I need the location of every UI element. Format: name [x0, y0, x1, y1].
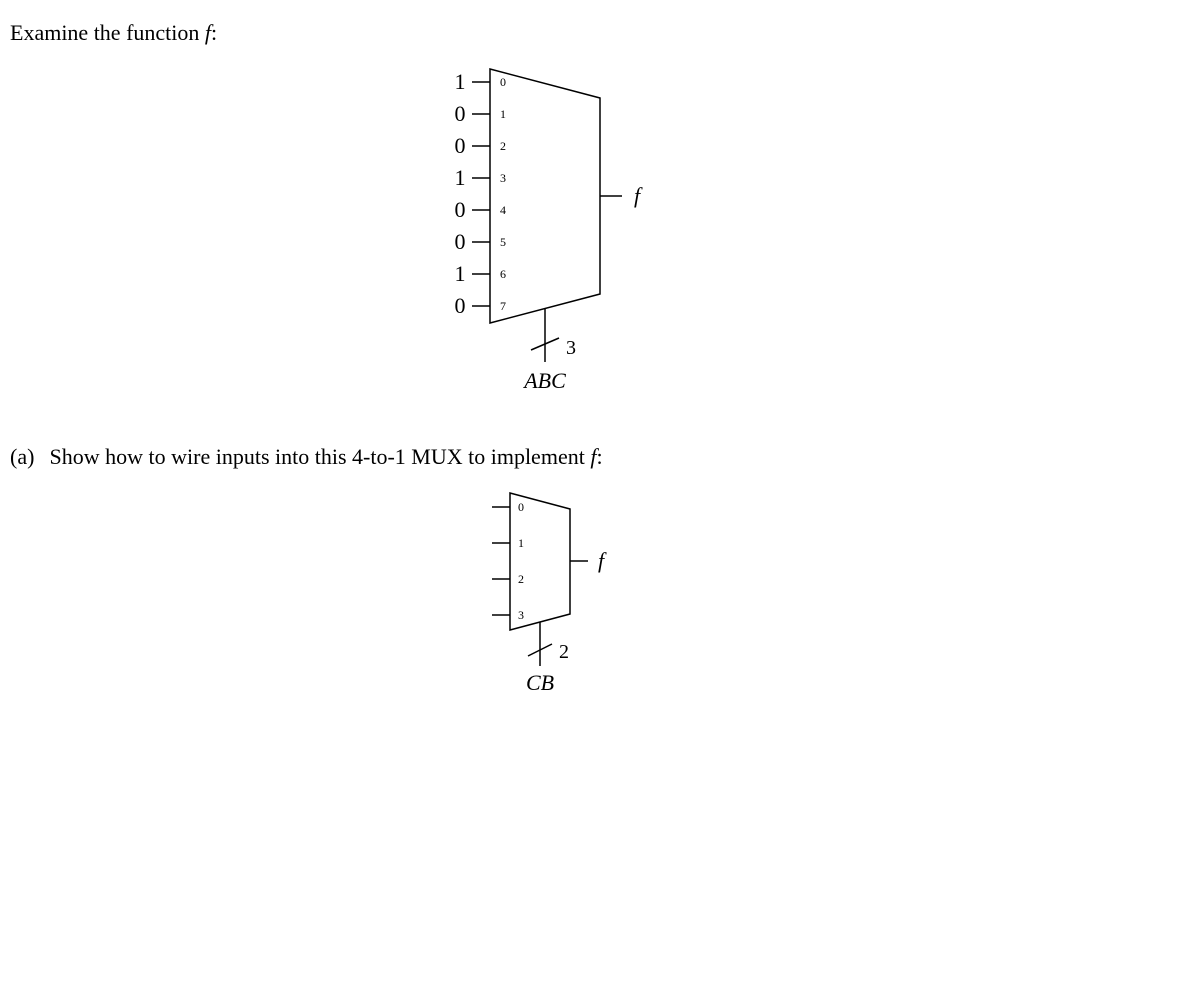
mux8-port-5: 5	[500, 235, 506, 249]
mux8-input-1: 0	[455, 101, 466, 126]
part-a-marker: (a)	[10, 444, 44, 470]
mux8-output-label: f	[634, 183, 643, 208]
mux4-svg: 0 1 2 3 f 2 CB	[470, 488, 690, 708]
mux8-input-3: 1	[455, 165, 466, 190]
mux8-svg: 1 0 0 1 0 2 1 3 0 4 0 5 1 6	[430, 64, 690, 404]
mux8-port-3: 3	[500, 171, 506, 185]
mux4-inputs-group: 0 1 2 3	[492, 500, 524, 622]
part-a-suffix: :	[596, 444, 602, 469]
mux4-port-2: 2	[518, 572, 524, 586]
mux8-port-0: 0	[500, 75, 506, 89]
mux8-input-5: 0	[455, 229, 466, 254]
part-a-prefix: Show how to wire inputs into this 4-to-1…	[50, 444, 591, 469]
intro-prefix: Examine the function	[10, 20, 205, 45]
mux8-inputs-group: 1 0 0 1 0 2 1 3 0 4 0 5 1 6	[455, 69, 507, 318]
mux8-port-4: 4	[500, 203, 506, 217]
mux8-body	[490, 69, 600, 323]
mux8-input-2: 0	[455, 133, 466, 158]
mux4-select-label: CB	[526, 670, 554, 695]
mux4-port-1: 1	[518, 536, 524, 550]
mux8-select-label: ABC	[522, 368, 566, 393]
mux4-port-0: 0	[518, 500, 524, 514]
mux8-input-4: 0	[455, 197, 466, 222]
mux8-port-2: 2	[500, 139, 506, 153]
mux4-select-width: 2	[559, 641, 569, 663]
mux4-port-3: 3	[518, 608, 524, 622]
mux8-input-0: 1	[455, 69, 466, 94]
mux4-output-label: f	[598, 548, 607, 573]
mux8-input-7: 0	[455, 293, 466, 318]
intro-line: Examine the function f:	[10, 20, 1180, 46]
mux8-port-1: 1	[500, 107, 506, 121]
mux8-figure: 1 0 0 1 0 2 1 3 0 4 0 5 1 6	[430, 64, 690, 404]
part-a-line: (a) Show how to wire inputs into this 4-…	[10, 444, 1180, 470]
mux4-figure: 0 1 2 3 f 2 CB	[470, 488, 690, 708]
mux8-port-6: 6	[500, 267, 506, 281]
mux8-select-width: 3	[566, 337, 576, 359]
mux8-port-7: 7	[500, 299, 506, 313]
mux8-input-6: 1	[455, 261, 466, 286]
intro-suffix: :	[211, 20, 217, 45]
